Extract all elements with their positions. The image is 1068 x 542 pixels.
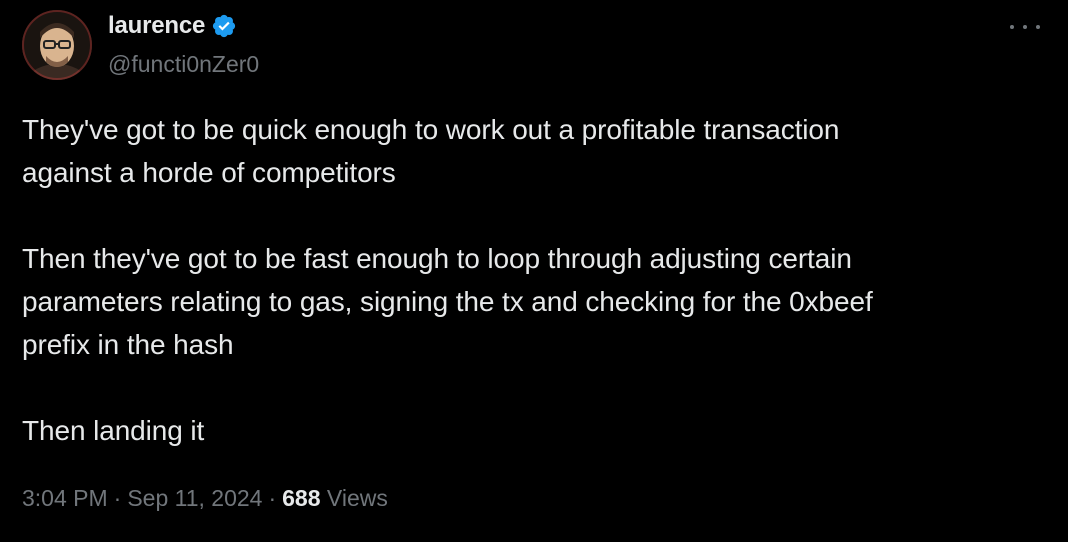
tweet-paragraph: Then they've got to be fast enough to lo…: [22, 243, 873, 360]
tweet-text: They've got to be quick enough to work o…: [22, 108, 1042, 452]
tweet-metadata: 3:04 PM · Sep 11, 2024 · 688 Views: [22, 480, 388, 516]
display-name[interactable]: laurence: [108, 11, 205, 41]
tweet-paragraph: They've got to be quick enough to work o…: [22, 114, 840, 188]
views-count[interactable]: 688: [282, 485, 320, 511]
verified-badge-icon[interactable]: [211, 13, 237, 39]
more-dot: [1036, 25, 1040, 29]
more-dot: [1023, 25, 1027, 29]
views-label[interactable]: Views: [327, 485, 388, 511]
avatar-image: [22, 10, 92, 80]
tweet-paragraph: Then landing it: [22, 415, 205, 446]
separator: ·: [113, 485, 122, 511]
separator: ·: [268, 485, 277, 511]
author-name-row: laurence: [108, 11, 237, 41]
more-options-icon[interactable]: [1010, 14, 1040, 40]
tweet: laurence @functi0nZer0 They've got to be…: [0, 0, 1068, 542]
more-dot: [1010, 25, 1014, 29]
avatar[interactable]: [22, 10, 92, 80]
tweet-date[interactable]: Sep 11, 2024: [127, 485, 262, 511]
tweet-time[interactable]: 3:04 PM: [22, 485, 108, 511]
handle[interactable]: @functi0nZer0: [108, 49, 259, 79]
